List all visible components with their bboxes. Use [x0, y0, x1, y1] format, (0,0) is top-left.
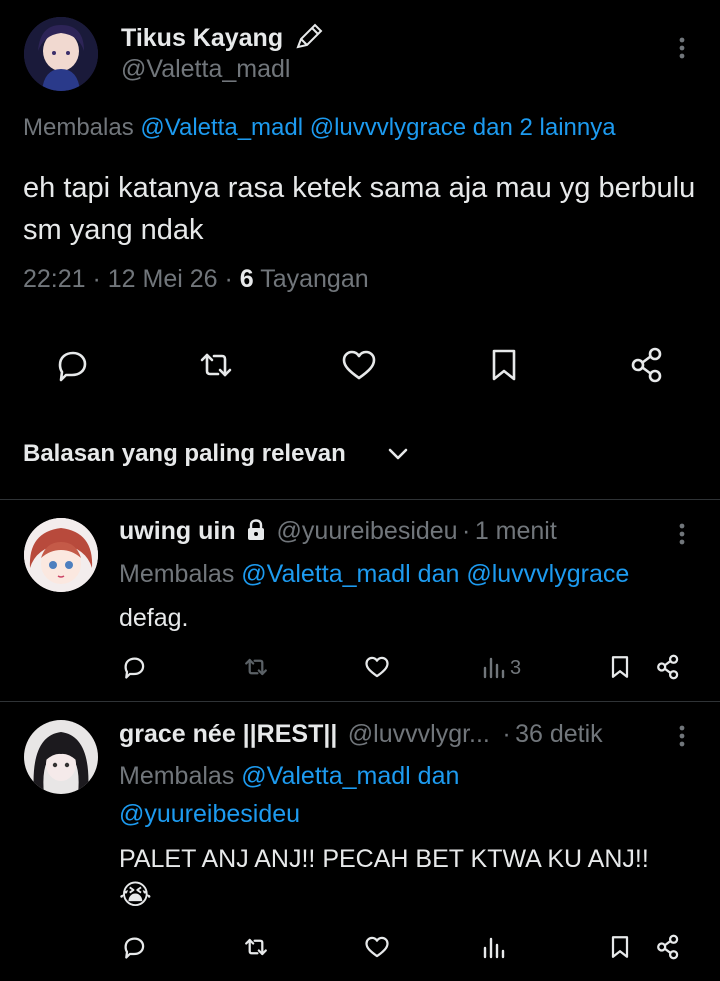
views-icon[interactable]: [482, 935, 506, 959]
reply-icon[interactable]: [120, 933, 148, 961]
pencil-icon: [294, 22, 324, 50]
separator: ·: [502, 720, 511, 748]
reply-replying-to: Membalas @Valetta_madl dan: [119, 757, 459, 795]
replying-mentions[interactable]: @Valetta_madl dan @luvvvlygrace: [241, 560, 629, 588]
tweet-time[interactable]: 22:21: [23, 265, 86, 293]
tweet-date[interactable]: 12 Mei 26: [108, 265, 218, 293]
main-tweet-meta: 22:21 · 12 Mei 26 · 6 Tayangan: [23, 265, 369, 293]
views-icon[interactable]: [482, 655, 506, 679]
like-icon[interactable]: [363, 653, 391, 681]
retweet-icon[interactable]: [196, 345, 236, 385]
share-icon[interactable]: [654, 653, 682, 681]
bookmark-icon[interactable]: [606, 653, 634, 681]
reply-handle[interactable]: @luvvvlygr...: [348, 720, 490, 748]
views-label: Tayangan: [260, 265, 369, 293]
main-tweet-display-name[interactable]: Tikus Kayang: [121, 22, 324, 53]
chevron-down-icon[interactable]: [387, 445, 409, 463]
views-count: 6: [239, 265, 254, 293]
like-icon[interactable]: [339, 345, 379, 385]
replying-mentions[interactable]: @Valetta_madl @luvvvlygrace dan 2 lainny…: [140, 114, 615, 141]
replying-mentions-continued[interactable]: @yuureibesideu: [119, 795, 300, 833]
reply-display-name[interactable]: grace née ||REST||: [119, 720, 337, 748]
reply-text: PALET ANJ ANJ!! PECAH BET KTWA KU ANJ!!: [119, 845, 649, 873]
reply-header: uwing uin @yuureibesideu · 1 menit: [119, 517, 557, 546]
more-options-icon[interactable]: [674, 36, 690, 60]
like-icon[interactable]: [363, 933, 391, 961]
display-name-text: Tikus Kayang: [121, 24, 284, 52]
reply-handle[interactable]: @yuureibesideu: [277, 517, 458, 545]
main-tweet-text: eh tapi katanya rasa ketek sama aja mau …: [23, 172, 696, 246]
reply-icon[interactable]: [120, 653, 148, 681]
reply-text: defag.: [119, 604, 189, 632]
lock-icon: [246, 519, 266, 541]
separator: ·: [462, 517, 471, 545]
reply-header: grace née ||REST|| @luvvvlygr... · 36 de…: [119, 720, 603, 749]
reply-display-name[interactable]: uwing uin: [119, 517, 236, 545]
replying-prefix: Membalas: [119, 560, 235, 588]
retweet-icon[interactable]: [241, 653, 271, 681]
bookmark-icon[interactable]: [484, 345, 524, 385]
reply-time[interactable]: 1 menit: [475, 517, 557, 545]
share-icon[interactable]: [627, 345, 667, 385]
crying-emoji: 😭: [119, 879, 152, 910]
reply-avatar[interactable]: [24, 720, 98, 794]
replying-prefix: Membalas: [119, 762, 235, 790]
more-options-icon[interactable]: [674, 522, 690, 546]
replying-mentions[interactable]: @Valetta_madl dan: [241, 762, 459, 790]
main-tweet-replying-to: Membalas @Valetta_madl @luvvvlygrace dan…: [23, 114, 616, 142]
main-tweet-avatar[interactable]: [24, 17, 98, 91]
divider: [0, 499, 720, 500]
more-options-icon[interactable]: [674, 724, 690, 748]
replying-prefix: Membalas: [23, 114, 134, 141]
reply-avatar[interactable]: [24, 518, 98, 592]
main-tweet-handle[interactable]: @Valetta_madl: [121, 55, 290, 84]
sort-replies-label[interactable]: Balasan yang paling relevan: [23, 440, 346, 468]
reply-time[interactable]: 36 detik: [515, 720, 603, 748]
divider: [0, 701, 720, 702]
reply-replying-to: Membalas @Valetta_madl dan @luvvvlygrace: [119, 555, 629, 593]
views-count: 3: [510, 657, 522, 679]
bookmark-icon[interactable]: [606, 933, 634, 961]
reply-icon[interactable]: [52, 345, 92, 385]
share-icon[interactable]: [654, 933, 682, 961]
retweet-icon[interactable]: [241, 933, 271, 961]
